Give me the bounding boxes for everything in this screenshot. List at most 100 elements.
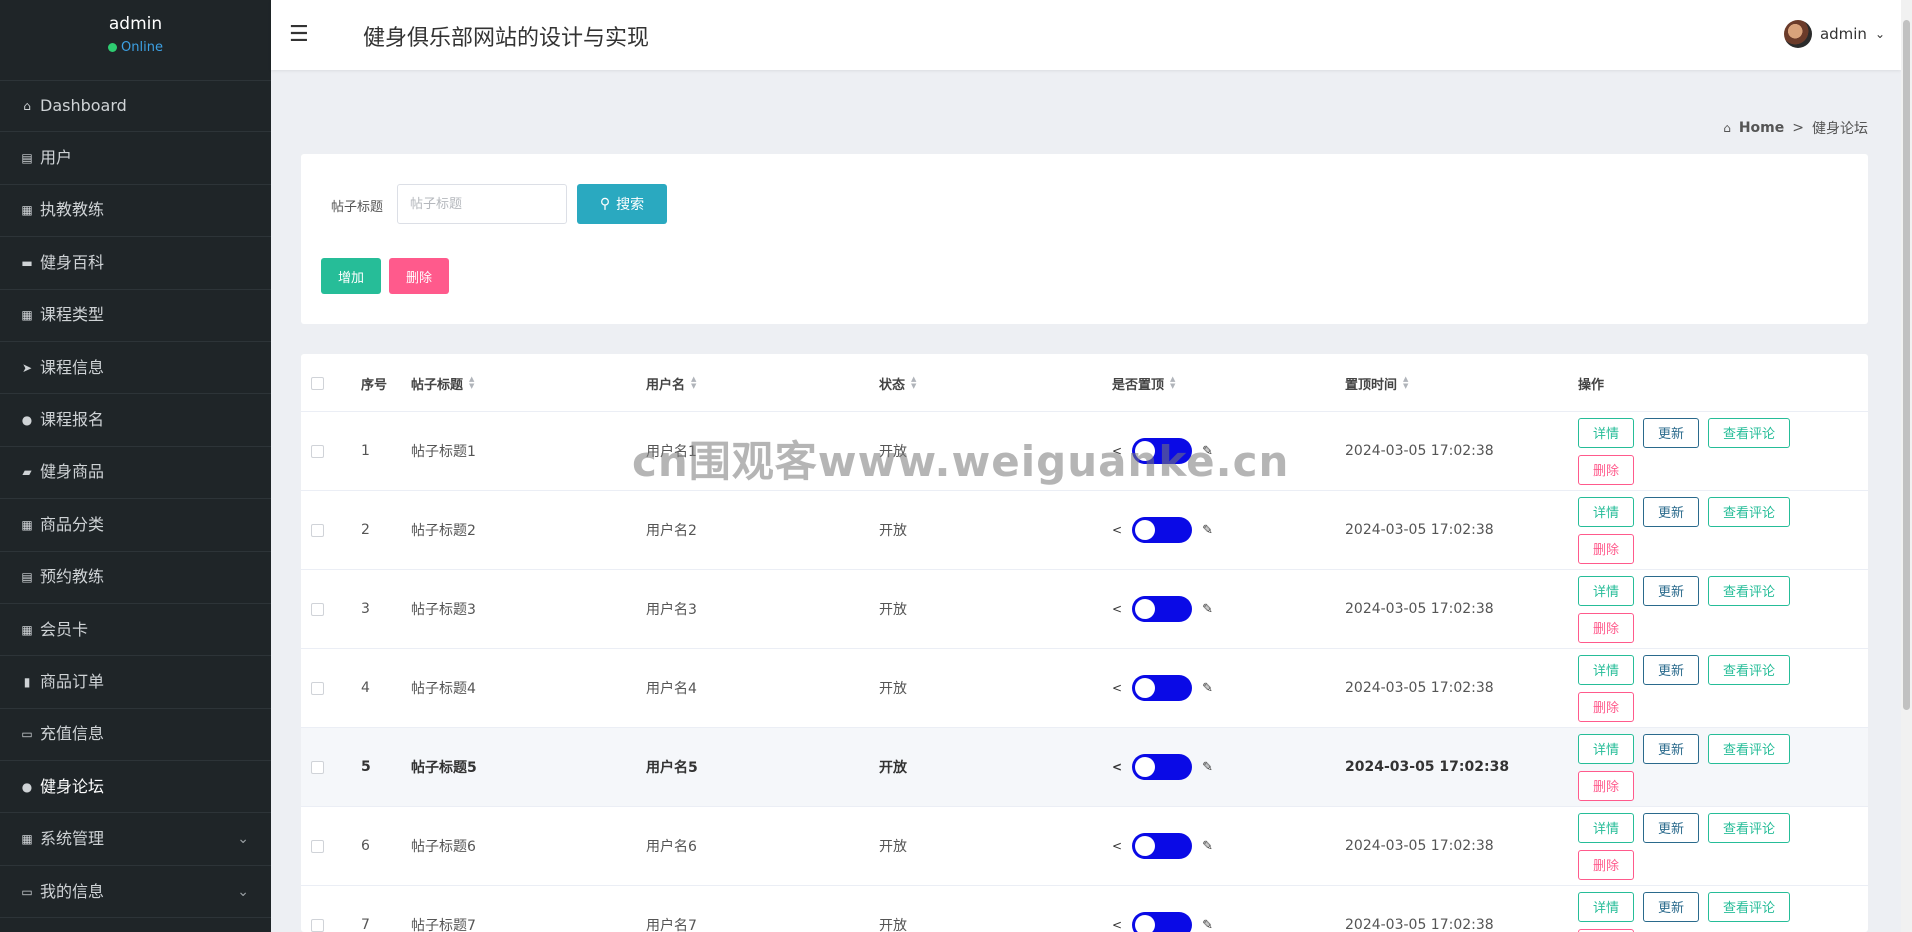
sidebar-item-3[interactable]: ▬ 健身百科	[0, 237, 271, 290]
detail-button[interactable]: 详情	[1578, 812, 1635, 843]
view-comments-button[interactable]: 查看评论	[1708, 417, 1791, 448]
user-menu-name[interactable]: admin	[1820, 25, 1867, 43]
pin-toggle[interactable]	[1132, 438, 1193, 464]
sidebar-item-5[interactable]: ➤ 课程信息	[0, 342, 271, 395]
chevron-down-icon[interactable]: ⌄	[1875, 27, 1885, 41]
select-all-checkbox[interactable]	[311, 376, 324, 390]
chevron-down-icon[interactable]: ⌄	[237, 813, 249, 865]
row-checkbox[interactable]	[311, 839, 324, 853]
sort-icon[interactable]: ▲ ▼	[469, 376, 474, 390]
delete-button[interactable]: 删除	[389, 258, 449, 294]
view-comments-button[interactable]: 查看评论	[1708, 812, 1791, 843]
view-comments-button[interactable]: 查看评论	[1708, 891, 1791, 922]
sidebar-item-12[interactable]: ▭ 充值信息	[0, 709, 271, 762]
update-button[interactable]: 更新	[1643, 891, 1700, 922]
pin-toggle[interactable]	[1132, 912, 1193, 932]
update-button[interactable]: 更新	[1643, 417, 1700, 448]
sidebar-item-1[interactable]: ▤ 用户	[0, 132, 271, 185]
row-checkbox[interactable]	[311, 760, 324, 774]
sort-icon[interactable]: ▲ ▼	[911, 376, 916, 390]
row-delete-button[interactable]: 删除	[1578, 691, 1635, 722]
sort-icon[interactable]: ▲ ▼	[1170, 376, 1175, 390]
detail-button[interactable]: 详情	[1578, 496, 1635, 527]
menu-toggle-icon[interactable]: ☰	[289, 22, 309, 47]
bar-chart-icon: ▮	[23, 675, 31, 689]
row-delete-button[interactable]: 删除	[1578, 533, 1635, 564]
sidebar-item-2[interactable]: ▦ 执教教练	[0, 185, 271, 238]
header-user[interactable]: 用户名 ▲ ▼	[646, 354, 696, 412]
sidebar-item-7[interactable]: ▰ 健身商品	[0, 447, 271, 500]
user-menu[interactable]: admin ⌄	[1783, 20, 1885, 48]
share-icon[interactable]: <	[1112, 602, 1122, 616]
breadcrumb-home[interactable]: Home	[1739, 120, 1784, 136]
page-scrollbar[interactable]	[1901, 0, 1912, 932]
detail-button[interactable]: 详情	[1578, 575, 1635, 606]
row-select-cell	[311, 412, 324, 490]
grid-icon: ▦	[21, 517, 33, 532]
row-delete-button[interactable]: 删除	[1578, 612, 1635, 643]
search-input[interactable]	[397, 184, 567, 224]
sidebar-item-15[interactable]: ▭ 我的信息 ⌄	[0, 866, 271, 919]
view-comments-button[interactable]: 查看评论	[1708, 733, 1791, 764]
detail-button[interactable]: 详情	[1578, 891, 1635, 922]
search-button[interactable]: ⚲ 搜索	[577, 184, 667, 224]
edit-icon[interactable]: ✎	[1202, 839, 1213, 854]
sidebar-item-11[interactable]: ▮ 商品订单	[0, 656, 271, 709]
update-button[interactable]: 更新	[1643, 812, 1700, 843]
sidebar-item-0[interactable]: ⌂ Dashboard	[0, 80, 271, 133]
avatar[interactable]	[1783, 20, 1812, 48]
row-delete-button[interactable]: 删除	[1578, 454, 1635, 485]
edit-icon[interactable]: ✎	[1202, 523, 1213, 538]
detail-button[interactable]: 详情	[1578, 733, 1635, 764]
chevron-down-icon[interactable]: ⌄	[237, 866, 249, 918]
sidebar-item-10[interactable]: ▦ 会员卡	[0, 604, 271, 657]
sidebar-item-4[interactable]: ▦ 课程类型	[0, 290, 271, 342]
update-button[interactable]: 更新	[1643, 733, 1700, 764]
header-pin-time[interactable]: 置顶时间 ▲ ▼	[1345, 354, 1408, 412]
header-title[interactable]: 帖子标题 ▲ ▼	[411, 354, 474, 412]
sort-icon[interactable]: ▲ ▼	[1403, 376, 1408, 390]
row-checkbox[interactable]	[311, 523, 324, 537]
update-button[interactable]: 更新	[1643, 654, 1700, 685]
header-status[interactable]: 状态 ▲ ▼	[879, 354, 916, 412]
share-icon[interactable]: <	[1112, 760, 1122, 774]
sidebar-item-13[interactable]: ● 健身论坛	[0, 761, 271, 814]
pin-toggle[interactable]	[1132, 675, 1193, 701]
sort-icon[interactable]: ▲ ▼	[691, 376, 696, 390]
row-checkbox[interactable]	[311, 602, 324, 616]
add-button[interactable]: 增加	[321, 258, 381, 294]
header-pinned[interactable]: 是否置顶 ▲ ▼	[1112, 354, 1175, 412]
row-delete-button[interactable]: 删除	[1578, 849, 1635, 880]
row-checkbox[interactable]	[311, 444, 324, 458]
pin-toggle[interactable]	[1132, 517, 1193, 543]
detail-button[interactable]: 详情	[1578, 654, 1635, 685]
share-icon[interactable]: <	[1112, 523, 1122, 537]
edit-icon[interactable]: ✎	[1202, 681, 1213, 696]
share-icon[interactable]: <	[1112, 444, 1122, 458]
update-button[interactable]: 更新	[1643, 496, 1700, 527]
edit-icon[interactable]: ✎	[1202, 760, 1213, 775]
row-delete-button[interactable]: 删除	[1578, 770, 1635, 801]
row-checkbox[interactable]	[311, 918, 324, 932]
share-icon[interactable]: <	[1112, 681, 1122, 695]
update-button[interactable]: 更新	[1643, 575, 1700, 606]
sidebar-item-14[interactable]: ▦ 系统管理 ⌄	[0, 813, 271, 866]
scrollbar-thumb[interactable]	[1903, 20, 1910, 710]
row-delete-button[interactable]: 删除	[1578, 928, 1635, 932]
pin-toggle[interactable]	[1132, 833, 1193, 859]
edit-icon[interactable]: ✎	[1202, 444, 1213, 459]
edit-icon[interactable]: ✎	[1202, 602, 1213, 617]
row-checkbox[interactable]	[311, 681, 324, 695]
pin-toggle[interactable]	[1132, 754, 1193, 780]
share-icon[interactable]: <	[1112, 918, 1122, 932]
edit-icon[interactable]: ✎	[1202, 918, 1213, 932]
sidebar-item-8[interactable]: ▦ 商品分类	[0, 499, 271, 552]
sidebar-item-9[interactable]: ▤ 预约教练	[0, 552, 271, 604]
view-comments-button[interactable]: 查看评论	[1708, 575, 1791, 606]
view-comments-button[interactable]: 查看评论	[1708, 654, 1791, 685]
detail-button[interactable]: 详情	[1578, 417, 1635, 448]
share-icon[interactable]: <	[1112, 839, 1122, 853]
sidebar-item-6[interactable]: ● 课程报名	[0, 394, 271, 447]
view-comments-button[interactable]: 查看评论	[1708, 496, 1791, 527]
pin-toggle[interactable]	[1132, 596, 1193, 622]
